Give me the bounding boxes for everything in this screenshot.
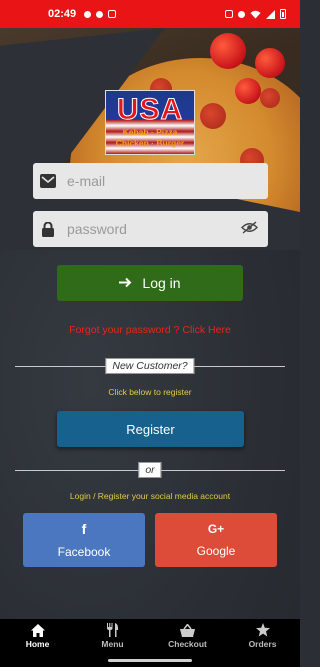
home-indicator[interactable]: [108, 659, 192, 662]
login-button[interactable]: Log in: [57, 265, 243, 301]
nav-checkout-label: Checkout: [168, 638, 207, 649]
sign-in-icon: [119, 275, 134, 291]
chat-icon: [84, 10, 92, 18]
nav-menu-label: Menu: [101, 639, 124, 649]
brand-logo: USA Kebab · Pizza Chicken · Burger: [105, 90, 195, 155]
notification-icon: [96, 10, 104, 18]
social-hint: Login / Register your social media accou…: [69, 491, 231, 501]
new-customer-label: New Customer?: [105, 358, 195, 374]
wifi-icon: [250, 10, 261, 18]
email-field[interactable]: [33, 163, 268, 199]
battery-icon: [280, 9, 286, 19]
status-bar: 02:49: [0, 0, 300, 28]
forgot-password-link[interactable]: Forgot your password ? Click Here: [0, 324, 300, 336]
signal-icon: [266, 9, 275, 19]
home-icon: [30, 623, 45, 637]
envelope-icon: [33, 174, 63, 188]
register-button[interactable]: Register: [57, 411, 244, 447]
star-icon: [255, 623, 270, 637]
password-field[interactable]: [33, 211, 268, 247]
status-time: 02:49: [48, 8, 77, 20]
lock-icon: [33, 221, 63, 237]
facebook-icon: f: [81, 521, 87, 537]
or-divider: or: [15, 462, 285, 478]
or-label: or: [138, 462, 162, 478]
nfc-icon: [225, 10, 233, 18]
eye-slash-icon[interactable]: [241, 221, 258, 239]
logo-title: USA: [116, 93, 184, 127]
nav-checkout[interactable]: Checkout: [150, 619, 225, 653]
nav-orders-label: Orders: [248, 639, 277, 649]
logo-line-2: Chicken · Burger: [115, 138, 185, 148]
password-input[interactable]: [67, 221, 227, 237]
google-label: Google: [196, 544, 236, 558]
mail-icon: [108, 10, 117, 18]
nav-home-label: Home: [25, 638, 50, 649]
google-plus-icon: G+: [207, 522, 225, 536]
logo-line-1: Kebab · Pizza: [122, 127, 178, 137]
cutlery-icon: [107, 623, 119, 637]
bottom-navigation: Home Menu Checkout Orders: [0, 619, 300, 653]
facebook-button[interactable]: f Facebook: [23, 513, 145, 567]
mute-icon: [238, 10, 245, 18]
register-label: Register: [126, 421, 175, 437]
basket-icon: [180, 623, 195, 637]
notification-icons: [84, 10, 117, 18]
nav-menu[interactable]: Menu: [75, 619, 150, 653]
nav-home[interactable]: Home: [0, 619, 75, 653]
login-label: Log in: [142, 275, 181, 291]
email-input[interactable]: [67, 173, 227, 189]
new-customer-divider: New Customer?: [15, 358, 285, 374]
nav-orders[interactable]: Orders: [225, 619, 300, 653]
facebook-label: Facebook: [57, 545, 111, 559]
register-hint: Click below to register: [108, 387, 192, 397]
system-icons: [225, 9, 286, 19]
google-button[interactable]: G+ Google: [155, 513, 277, 567]
